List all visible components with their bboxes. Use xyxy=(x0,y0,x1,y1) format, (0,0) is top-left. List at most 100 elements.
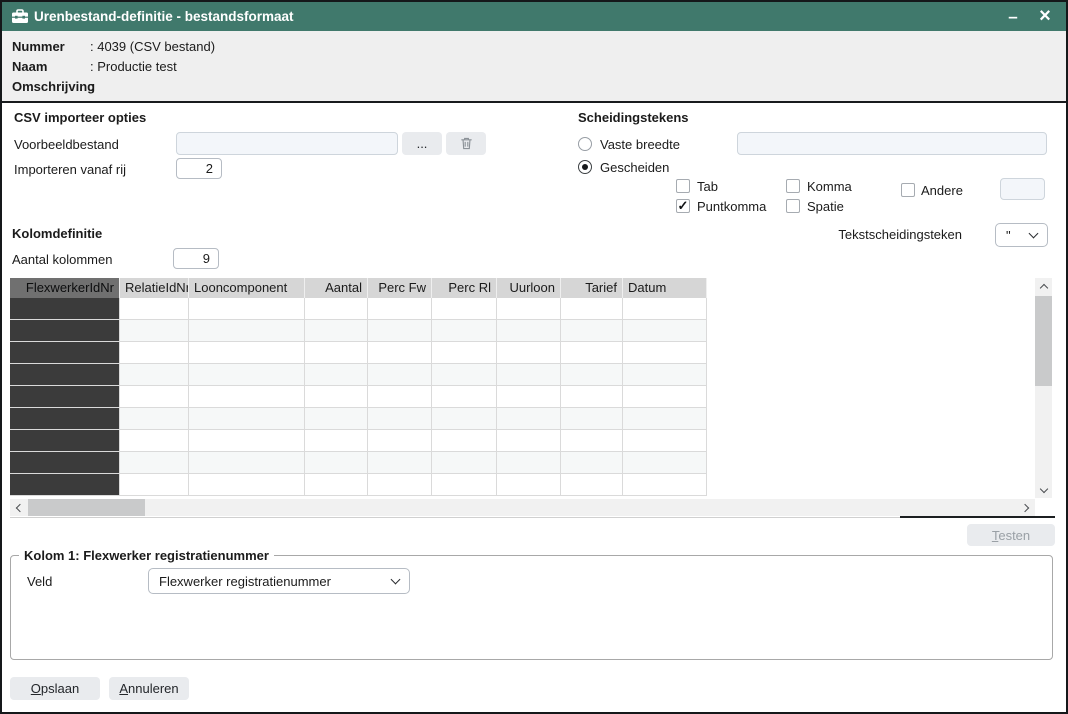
table-cell[interactable] xyxy=(189,430,305,452)
table-cell[interactable] xyxy=(120,298,189,320)
table-cell[interactable] xyxy=(432,364,497,386)
table-cell[interactable] xyxy=(368,342,432,364)
table-cell[interactable] xyxy=(305,342,368,364)
table-cell[interactable] xyxy=(497,474,561,496)
table-cell[interactable] xyxy=(10,452,120,474)
field-select[interactable]: Flexwerker registratienummer xyxy=(148,568,410,594)
table-cell[interactable] xyxy=(432,342,497,364)
sample-file-input[interactable] xyxy=(176,132,398,155)
table-cell[interactable] xyxy=(497,408,561,430)
column-header-flexwerkeridnr[interactable]: FlexwerkerIdNr xyxy=(10,278,120,298)
delimited-radio[interactable] xyxy=(578,160,592,174)
table-cell[interactable] xyxy=(120,342,189,364)
table-cell[interactable] xyxy=(432,320,497,342)
table-cell[interactable] xyxy=(561,298,623,320)
horizontal-scroll-thumb[interactable] xyxy=(28,499,145,516)
column-header-uurloon[interactable]: Uurloon xyxy=(497,278,561,298)
table-cell[interactable] xyxy=(120,452,189,474)
table-cell[interactable] xyxy=(305,386,368,408)
andere-checkbox[interactable] xyxy=(901,183,915,197)
table-cell[interactable] xyxy=(368,320,432,342)
save-button[interactable]: Opslaan xyxy=(10,677,100,700)
column-header-perc-rl[interactable]: Perc Rl xyxy=(432,278,497,298)
browse-button[interactable]: ... xyxy=(402,132,442,155)
table-cell[interactable] xyxy=(368,386,432,408)
table-cell[interactable] xyxy=(432,386,497,408)
close-button[interactable]: × xyxy=(1030,2,1060,31)
table-cell[interactable] xyxy=(497,430,561,452)
minimize-button[interactable]: – xyxy=(998,2,1028,31)
andere-delimiter-input[interactable] xyxy=(1000,178,1045,200)
table-cell[interactable] xyxy=(305,452,368,474)
table-cell[interactable] xyxy=(305,408,368,430)
table-cell[interactable] xyxy=(368,474,432,496)
scroll-left-button[interactable] xyxy=(10,499,27,516)
scroll-up-button[interactable] xyxy=(1035,278,1052,295)
vertical-scrollbar[interactable] xyxy=(1035,278,1052,498)
table-cell[interactable] xyxy=(305,430,368,452)
table-cell[interactable] xyxy=(189,342,305,364)
table-cell[interactable] xyxy=(623,430,707,452)
column-header-aantal[interactable]: Aantal xyxy=(305,278,368,298)
table-cell[interactable] xyxy=(120,408,189,430)
table-cell[interactable] xyxy=(189,408,305,430)
table-cell[interactable] xyxy=(561,474,623,496)
table-cell[interactable] xyxy=(432,408,497,430)
puntkomma-checkbox[interactable]: ✓ xyxy=(676,199,690,213)
table-cell[interactable] xyxy=(10,474,120,496)
table-cell[interactable] xyxy=(497,342,561,364)
table-cell[interactable] xyxy=(623,364,707,386)
table-cell[interactable] xyxy=(623,298,707,320)
table-cell[interactable] xyxy=(497,298,561,320)
table-cell[interactable] xyxy=(432,452,497,474)
table-cell[interactable] xyxy=(305,320,368,342)
table-cell[interactable] xyxy=(10,386,120,408)
column-header-perc-fw[interactable]: Perc Fw xyxy=(368,278,432,298)
table-cell[interactable] xyxy=(497,364,561,386)
spatie-checkbox[interactable] xyxy=(786,199,800,213)
table-cell[interactable] xyxy=(189,386,305,408)
table-cell[interactable] xyxy=(497,452,561,474)
table-cell[interactable] xyxy=(368,408,432,430)
table-cell[interactable] xyxy=(120,320,189,342)
table-cell[interactable] xyxy=(623,320,707,342)
table-cell[interactable] xyxy=(561,320,623,342)
table-cell[interactable] xyxy=(189,452,305,474)
table-cell[interactable] xyxy=(561,430,623,452)
vertical-scroll-thumb[interactable] xyxy=(1035,296,1052,386)
table-cell[interactable] xyxy=(120,364,189,386)
table-cell[interactable] xyxy=(189,364,305,386)
fixed-width-input[interactable] xyxy=(737,132,1047,155)
table-cell[interactable] xyxy=(10,408,120,430)
table-cell[interactable] xyxy=(305,474,368,496)
delete-file-button[interactable] xyxy=(446,132,486,155)
column-count-input[interactable] xyxy=(173,248,219,269)
table-cell[interactable] xyxy=(368,364,432,386)
scroll-right-button[interactable] xyxy=(1018,499,1035,516)
table-cell[interactable] xyxy=(623,474,707,496)
table-cell[interactable] xyxy=(368,452,432,474)
table-cell[interactable] xyxy=(120,474,189,496)
table-cell[interactable] xyxy=(305,298,368,320)
tab-checkbox[interactable] xyxy=(676,179,690,193)
table-cell[interactable] xyxy=(120,430,189,452)
table-cell[interactable] xyxy=(189,298,305,320)
table-cell[interactable] xyxy=(561,408,623,430)
table-cell[interactable] xyxy=(10,364,120,386)
cancel-button[interactable]: Annuleren xyxy=(109,677,189,700)
table-cell[interactable] xyxy=(623,452,707,474)
column-header-relatieidnr[interactable]: RelatieIdNr xyxy=(120,278,189,298)
table-cell[interactable] xyxy=(623,342,707,364)
table-cell[interactable] xyxy=(189,474,305,496)
table-cell[interactable] xyxy=(432,474,497,496)
column-header-looncomponent[interactable]: Looncomponent xyxy=(189,278,305,298)
column-header-tarief[interactable]: Tarief xyxy=(561,278,623,298)
table-cell[interactable] xyxy=(561,452,623,474)
table-cell[interactable] xyxy=(623,408,707,430)
table-cell[interactable] xyxy=(368,298,432,320)
scroll-down-button[interactable] xyxy=(1035,481,1052,498)
table-cell[interactable] xyxy=(432,298,497,320)
table-cell[interactable] xyxy=(120,386,189,408)
text-qualifier-select[interactable]: " xyxy=(995,223,1048,247)
table-cell[interactable] xyxy=(10,320,120,342)
